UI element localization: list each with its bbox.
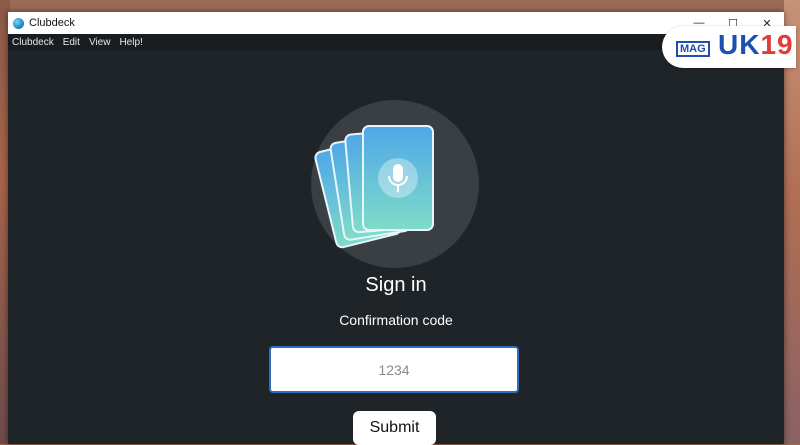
watermark-brand: UK19	[718, 29, 794, 60]
watermark-logo: MAG UK19	[662, 26, 796, 68]
title-bar[interactable]: Clubdeck — ☐ ✕	[8, 12, 784, 34]
menu-clubdeck[interactable]: Clubdeck	[12, 37, 54, 48]
menu-help[interactable]: Help!	[119, 37, 142, 48]
app-window: Clubdeck — ☐ ✕ Clubdeck Edit View Help!	[8, 12, 784, 445]
watermark-mag: MAG	[676, 41, 710, 57]
signin-panel: Sign in Confirmation code Submit	[8, 50, 784, 445]
confirmation-code-label: Confirmation code	[339, 312, 453, 328]
cards-microphone-icon	[311, 100, 479, 268]
menu-view[interactable]: View	[89, 37, 111, 48]
window-title: Clubdeck	[29, 17, 75, 29]
confirmation-code-input[interactable]	[269, 346, 519, 393]
signin-heading: Sign in	[365, 274, 427, 296]
clubdeck-app-icon	[13, 17, 24, 29]
submit-button[interactable]: Submit	[353, 411, 436, 445]
menu-edit[interactable]: Edit	[63, 37, 80, 48]
